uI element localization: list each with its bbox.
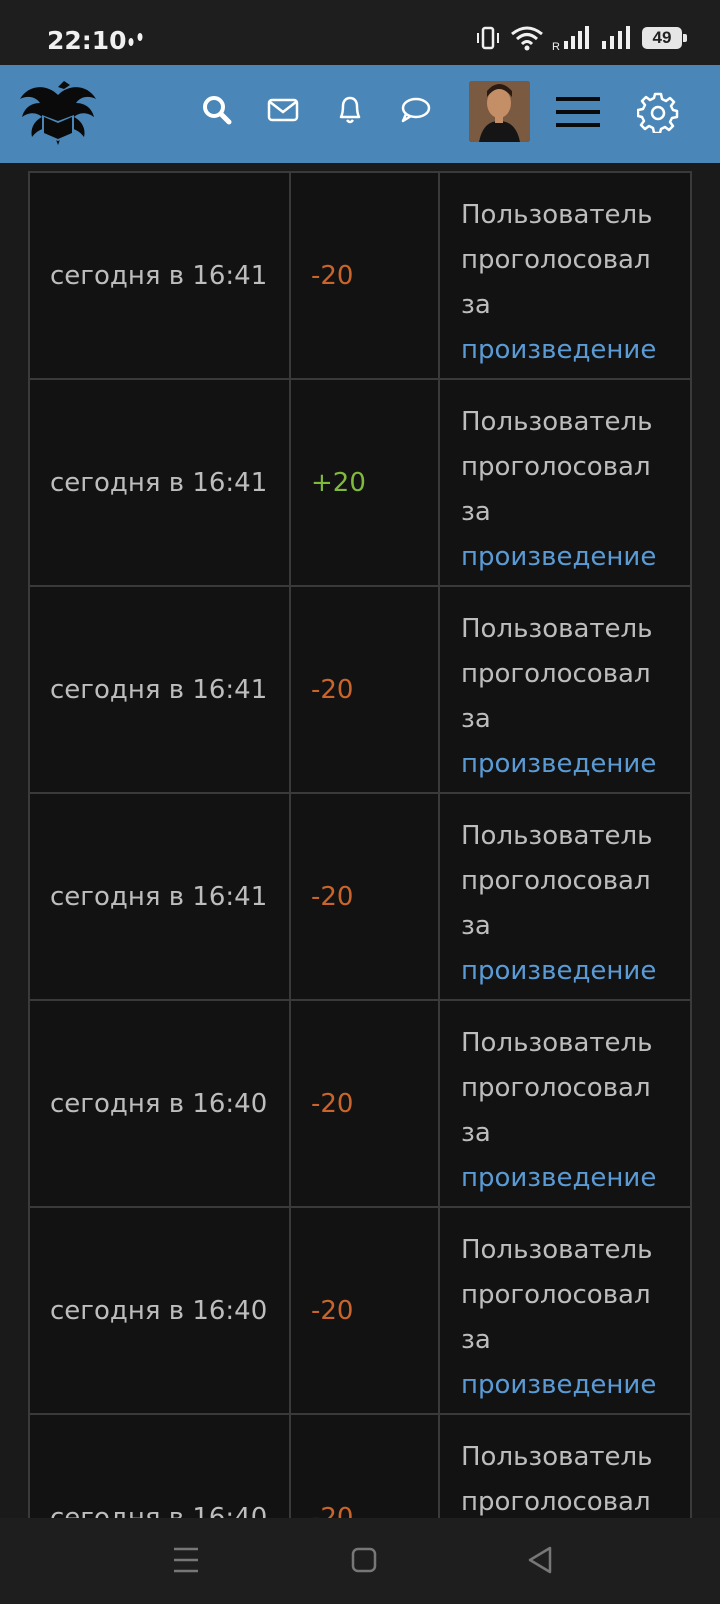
table-row: сегодня в 16:40 -20 Пользователь проголосов… [28,1001,692,1208]
wifi-icon [511,26,543,51]
vote-description: Пользователь проголосовал за произведение [438,380,692,585]
vote-date: сегодня в 16:41 [28,173,289,378]
vote-score: -20 [289,587,438,792]
description-line: Пользователь [461,614,653,644]
top-navigation [0,65,720,163]
description-line: проголосовал [461,866,651,896]
signal-r-icon: R [552,26,589,51]
table-row: сегодня в 16:41 -20 Пользователь проголосов… [28,794,692,1001]
vote-description: Пользователь проголосовал за произведение [438,587,692,792]
work-link[interactable]: произведение [461,535,670,580]
description-line: проголосовал [461,1280,651,1310]
vote-score: +20 [289,380,438,585]
vote-score: -20 [289,1001,438,1206]
vote-description: Пользовательпроголосовалзапроизведение [438,1415,692,1518]
description-line: Пользователь [461,200,653,230]
vote-description: Пользователь проголосовал за произведение [438,173,692,378]
description-line: за [461,1118,491,1148]
system-navigation-bar [0,1518,720,1604]
description-line: за [461,911,491,941]
vote-date: сегодня в 16:40 [28,1415,289,1518]
logo-eagle-icon[interactable] [18,75,98,158]
work-link[interactable]: произведение [461,328,670,373]
home-icon[interactable] [350,1545,378,1580]
vote-history: сегодня в 16:41 -20 Пользователь проголосов… [0,163,720,1518]
vote-score: -20 [289,173,438,378]
description-line: Пользователь [461,1028,653,1058]
vote-date: сегодня в 16:40 [28,1001,289,1206]
description-line: за [461,704,491,734]
description-line: Пользователь [461,821,653,851]
status-bar: 22:10 R 49 [0,0,720,65]
description-line: проголосовал [461,659,651,689]
description-line: Пользователь [461,1235,653,1265]
vote-date: сегодня в 16:41 [28,587,289,792]
status-time: 22:10 [47,26,127,55]
chat-icon[interactable] [399,93,433,132]
description-line: Пользователь [461,407,653,437]
recent-apps-icon[interactable] [172,1545,200,1580]
vote-description: Пользователь проголосовал за произведение [438,1208,692,1413]
vibrate-icon [477,26,499,50]
vote-date: сегодня в 16:41 [28,794,289,999]
description-line: проголосовал [461,1487,651,1517]
table-row: сегодня в 16:41 -20 Пользователь проголосов… [28,587,692,794]
description-line: за [461,497,491,527]
description-line: за [461,290,491,320]
battery-indicator: 49 [642,27,687,49]
description-line: проголосовал [461,452,651,482]
vote-description: Пользователь проголосовал за произведение [438,1001,692,1206]
description-line: за [461,1325,491,1355]
description-line: Пользователь [461,1442,653,1472]
search-icon[interactable] [200,93,234,132]
settings-icon[interactable] [636,91,679,138]
vote-score: -20 [289,794,438,999]
footsteps-icon [124,28,148,57]
vote-score: -20 [289,1208,438,1413]
mail-icon[interactable] [266,93,300,132]
back-icon[interactable] [526,1545,554,1580]
vote-description: Пользователь проголосовал за произведение [438,794,692,999]
vote-table: сегодня в 16:41 -20 Пользователь проголосов… [28,171,692,1518]
status-indicators: R 49 [474,24,687,52]
work-link[interactable]: произведение [461,742,670,787]
description-line: проголосовал [461,1073,651,1103]
avatar[interactable] [469,81,530,142]
table-row: сегодня в 16:40 -20 Пользователь проголосов… [28,1208,692,1415]
description-line: проголосовал [461,245,651,275]
work-link[interactable]: произведение [461,1363,670,1408]
vote-score: -20 [289,1415,438,1518]
table-row: сегодня в 16:41 +20 Пользователь проголосов… [28,380,692,587]
work-link[interactable]: произведение [461,1156,670,1201]
vote-date: сегодня в 16:40 [28,1208,289,1413]
vote-date: сегодня в 16:41 [28,380,289,585]
table-row: сегодня в 16:41 -20 Пользователь проголосов… [28,171,692,380]
bell-icon[interactable] [333,93,367,132]
table-row: сегодня в 16:40 -20 Пользователь проголосов… [28,1415,692,1518]
svg-text:R: R [552,41,560,51]
menu-icon[interactable] [555,95,601,134]
signal-icon [602,26,630,49]
work-link[interactable]: произведение [461,949,670,994]
